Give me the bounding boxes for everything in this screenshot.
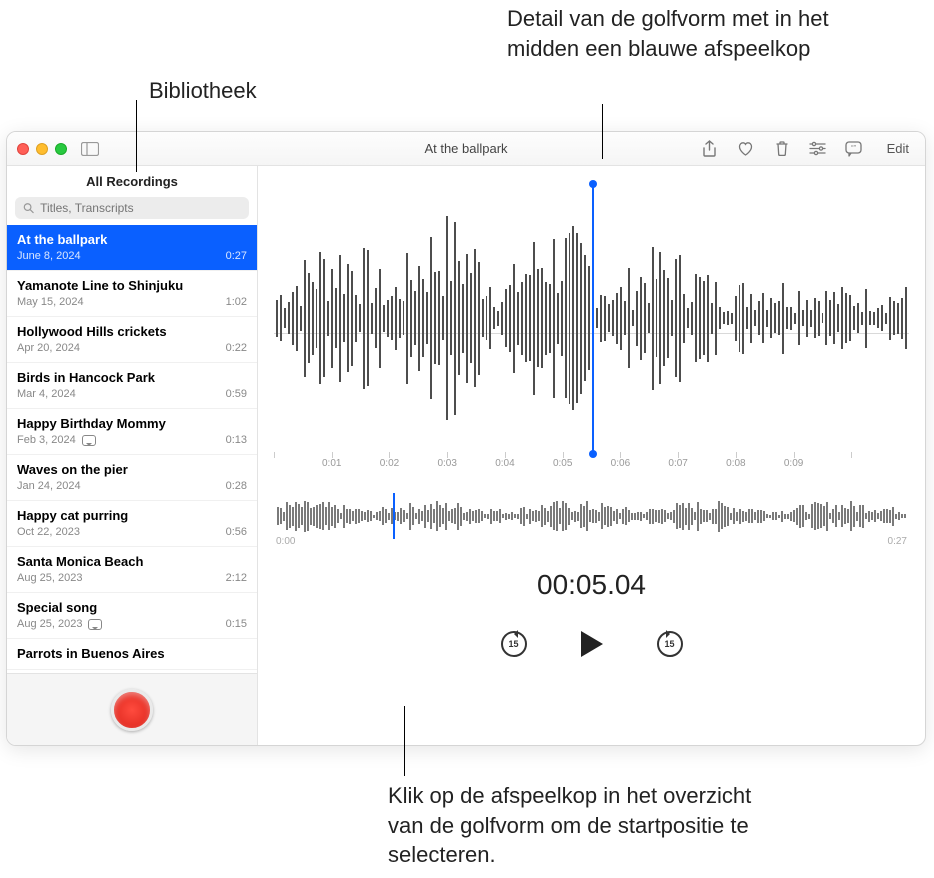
app-window: At the ballpark “” Edit All Recordings [6, 131, 926, 746]
library-sidebar: All Recordings At the ballpark June 8, 20… [7, 166, 258, 745]
recording-meta: Apr 20, 2024 0:22 [17, 342, 247, 354]
window-body: All Recordings At the ballpark June 8, 20… [7, 166, 925, 745]
recording-title: Parrots in Buenos Aires [17, 646, 247, 661]
list-item[interactable]: Special song Aug 25, 2023 0:15 [7, 593, 257, 639]
list-item[interactable]: Birds in Hancock Park Mar 4, 2024 0:59 [7, 363, 257, 409]
annotation-library: Bibliotheek [149, 76, 257, 106]
titlebar: At the ballpark “” Edit [7, 132, 925, 166]
play-icon [581, 631, 603, 657]
waveform-detail[interactable]: 0:010:020:030:040:050:060:070:080:09 [274, 192, 909, 474]
recording-meta: Mar 4, 2024 0:59 [17, 388, 247, 400]
recording-duration: 0:56 [226, 526, 247, 538]
recording-date: May 15, 2024 [17, 296, 84, 308]
annotation-line [602, 104, 603, 159]
ruler-tick [851, 452, 909, 474]
recording-duration: 0:22 [226, 342, 247, 354]
recording-meta: June 8, 2024 0:27 [17, 250, 247, 262]
recording-duration: 0:15 [226, 618, 247, 630]
detail-pane: 0:010:020:030:040:050:060:070:080:09 0:0… [258, 166, 925, 745]
annotation-line [404, 706, 405, 776]
recording-meta: Oct 22, 2023 0:56 [17, 526, 247, 538]
skip-back-amount: 15 [508, 639, 518, 649]
recording-title: Happy Birthday Mommy [17, 416, 247, 431]
recording-meta: Feb 3, 2024 0:13 [17, 434, 247, 446]
recording-title: Yamanote Line to Shinjuku [17, 278, 247, 293]
timecode: 00:05.04 [270, 569, 913, 601]
recording-title: Birds in Hancock Park [17, 370, 247, 385]
list-item[interactable]: Hollywood Hills crickets Apr 20, 2024 0:22 [7, 317, 257, 363]
overview-bars [276, 498, 907, 534]
recording-title: Happy cat purring [17, 508, 247, 523]
recording-title: At the ballpark [17, 232, 247, 247]
list-item[interactable]: Happy Birthday Mommy Feb 3, 2024 0:13 [7, 409, 257, 455]
recording-date: Aug 25, 2023 [17, 572, 82, 584]
annotation-overview: Klik op de afspeelkop in het overzicht v… [388, 781, 758, 870]
recording-date: Oct 22, 2023 [17, 526, 80, 538]
recording-date: June 8, 2024 [17, 250, 81, 262]
skip-back-button[interactable]: 15 [499, 629, 529, 659]
search-icon [23, 202, 34, 214]
recording-duration: 0:28 [226, 480, 247, 492]
transport-controls: 15 15 [270, 629, 913, 659]
recording-title: Santa Monica Beach [17, 554, 247, 569]
overview-range: 0:00 0:27 [276, 536, 907, 547]
annotation-line [136, 100, 137, 172]
list-item[interactable]: Waves on the pier Jan 24, 2024 0:28 [7, 455, 257, 501]
list-item[interactable]: At the ballpark June 8, 2024 0:27 [7, 225, 257, 271]
sidebar-header: All Recordings [7, 166, 257, 195]
list-item[interactable]: Parrots in Buenos Aires [7, 639, 257, 670]
sidebar-footer [7, 673, 257, 745]
recording-meta: Aug 25, 2023 2:12 [17, 572, 247, 584]
recording-date: Feb 3, 2024 [17, 434, 76, 446]
annotation-waveform-detail: Detail van de golfvorm met in het midden… [507, 4, 837, 63]
recording-date: Aug 25, 2023 [17, 618, 82, 630]
skip-forward-button[interactable]: 15 [655, 629, 685, 659]
recording-meta: Jan 24, 2024 0:28 [17, 480, 247, 492]
window-title: At the ballpark [7, 141, 925, 156]
recording-date: Jan 24, 2024 [17, 480, 81, 492]
list-item[interactable]: Yamanote Line to Shinjuku May 15, 2024 1:0… [7, 271, 257, 317]
overview-end-time: 0:27 [888, 536, 907, 547]
recording-title: Hollywood Hills crickets [17, 324, 247, 339]
transcript-badge-icon [82, 435, 96, 446]
recording-date: Apr 20, 2024 [17, 342, 80, 354]
recording-meta: Aug 25, 2023 0:15 [17, 618, 247, 630]
overview-start-time: 0:00 [276, 536, 295, 547]
list-item[interactable]: Santa Monica Beach Aug 25, 2023 2:12 [7, 547, 257, 593]
recording-duration: 0:27 [226, 250, 247, 262]
overview-playhead[interactable] [393, 493, 395, 539]
recording-duration: 0:13 [226, 434, 247, 446]
ruler-tick: 0:09 [794, 452, 852, 474]
recording-title: Special song [17, 600, 247, 615]
search-input[interactable] [40, 201, 241, 215]
recording-date: Mar 4, 2024 [17, 388, 76, 400]
skip-forward-amount: 15 [664, 639, 674, 649]
record-button[interactable] [111, 689, 153, 731]
waveform-overview[interactable] [276, 498, 907, 534]
recording-duration: 1:02 [226, 296, 247, 308]
recording-meta: May 15, 2024 1:02 [17, 296, 247, 308]
time-ruler: 0:010:020:030:040:050:060:070:080:09 [274, 452, 909, 474]
transcript-badge-icon [88, 619, 102, 630]
play-button[interactable] [577, 629, 607, 659]
recording-duration: 2:12 [226, 572, 247, 584]
search-field[interactable] [15, 197, 249, 219]
recording-duration: 0:59 [226, 388, 247, 400]
list-item[interactable]: Happy cat purring Oct 22, 2023 0:56 [7, 501, 257, 547]
recording-list[interactable]: At the ballpark June 8, 2024 0:27 Yamanote … [7, 225, 257, 673]
detail-playhead[interactable] [592, 184, 594, 454]
recording-title: Waves on the pier [17, 462, 247, 477]
